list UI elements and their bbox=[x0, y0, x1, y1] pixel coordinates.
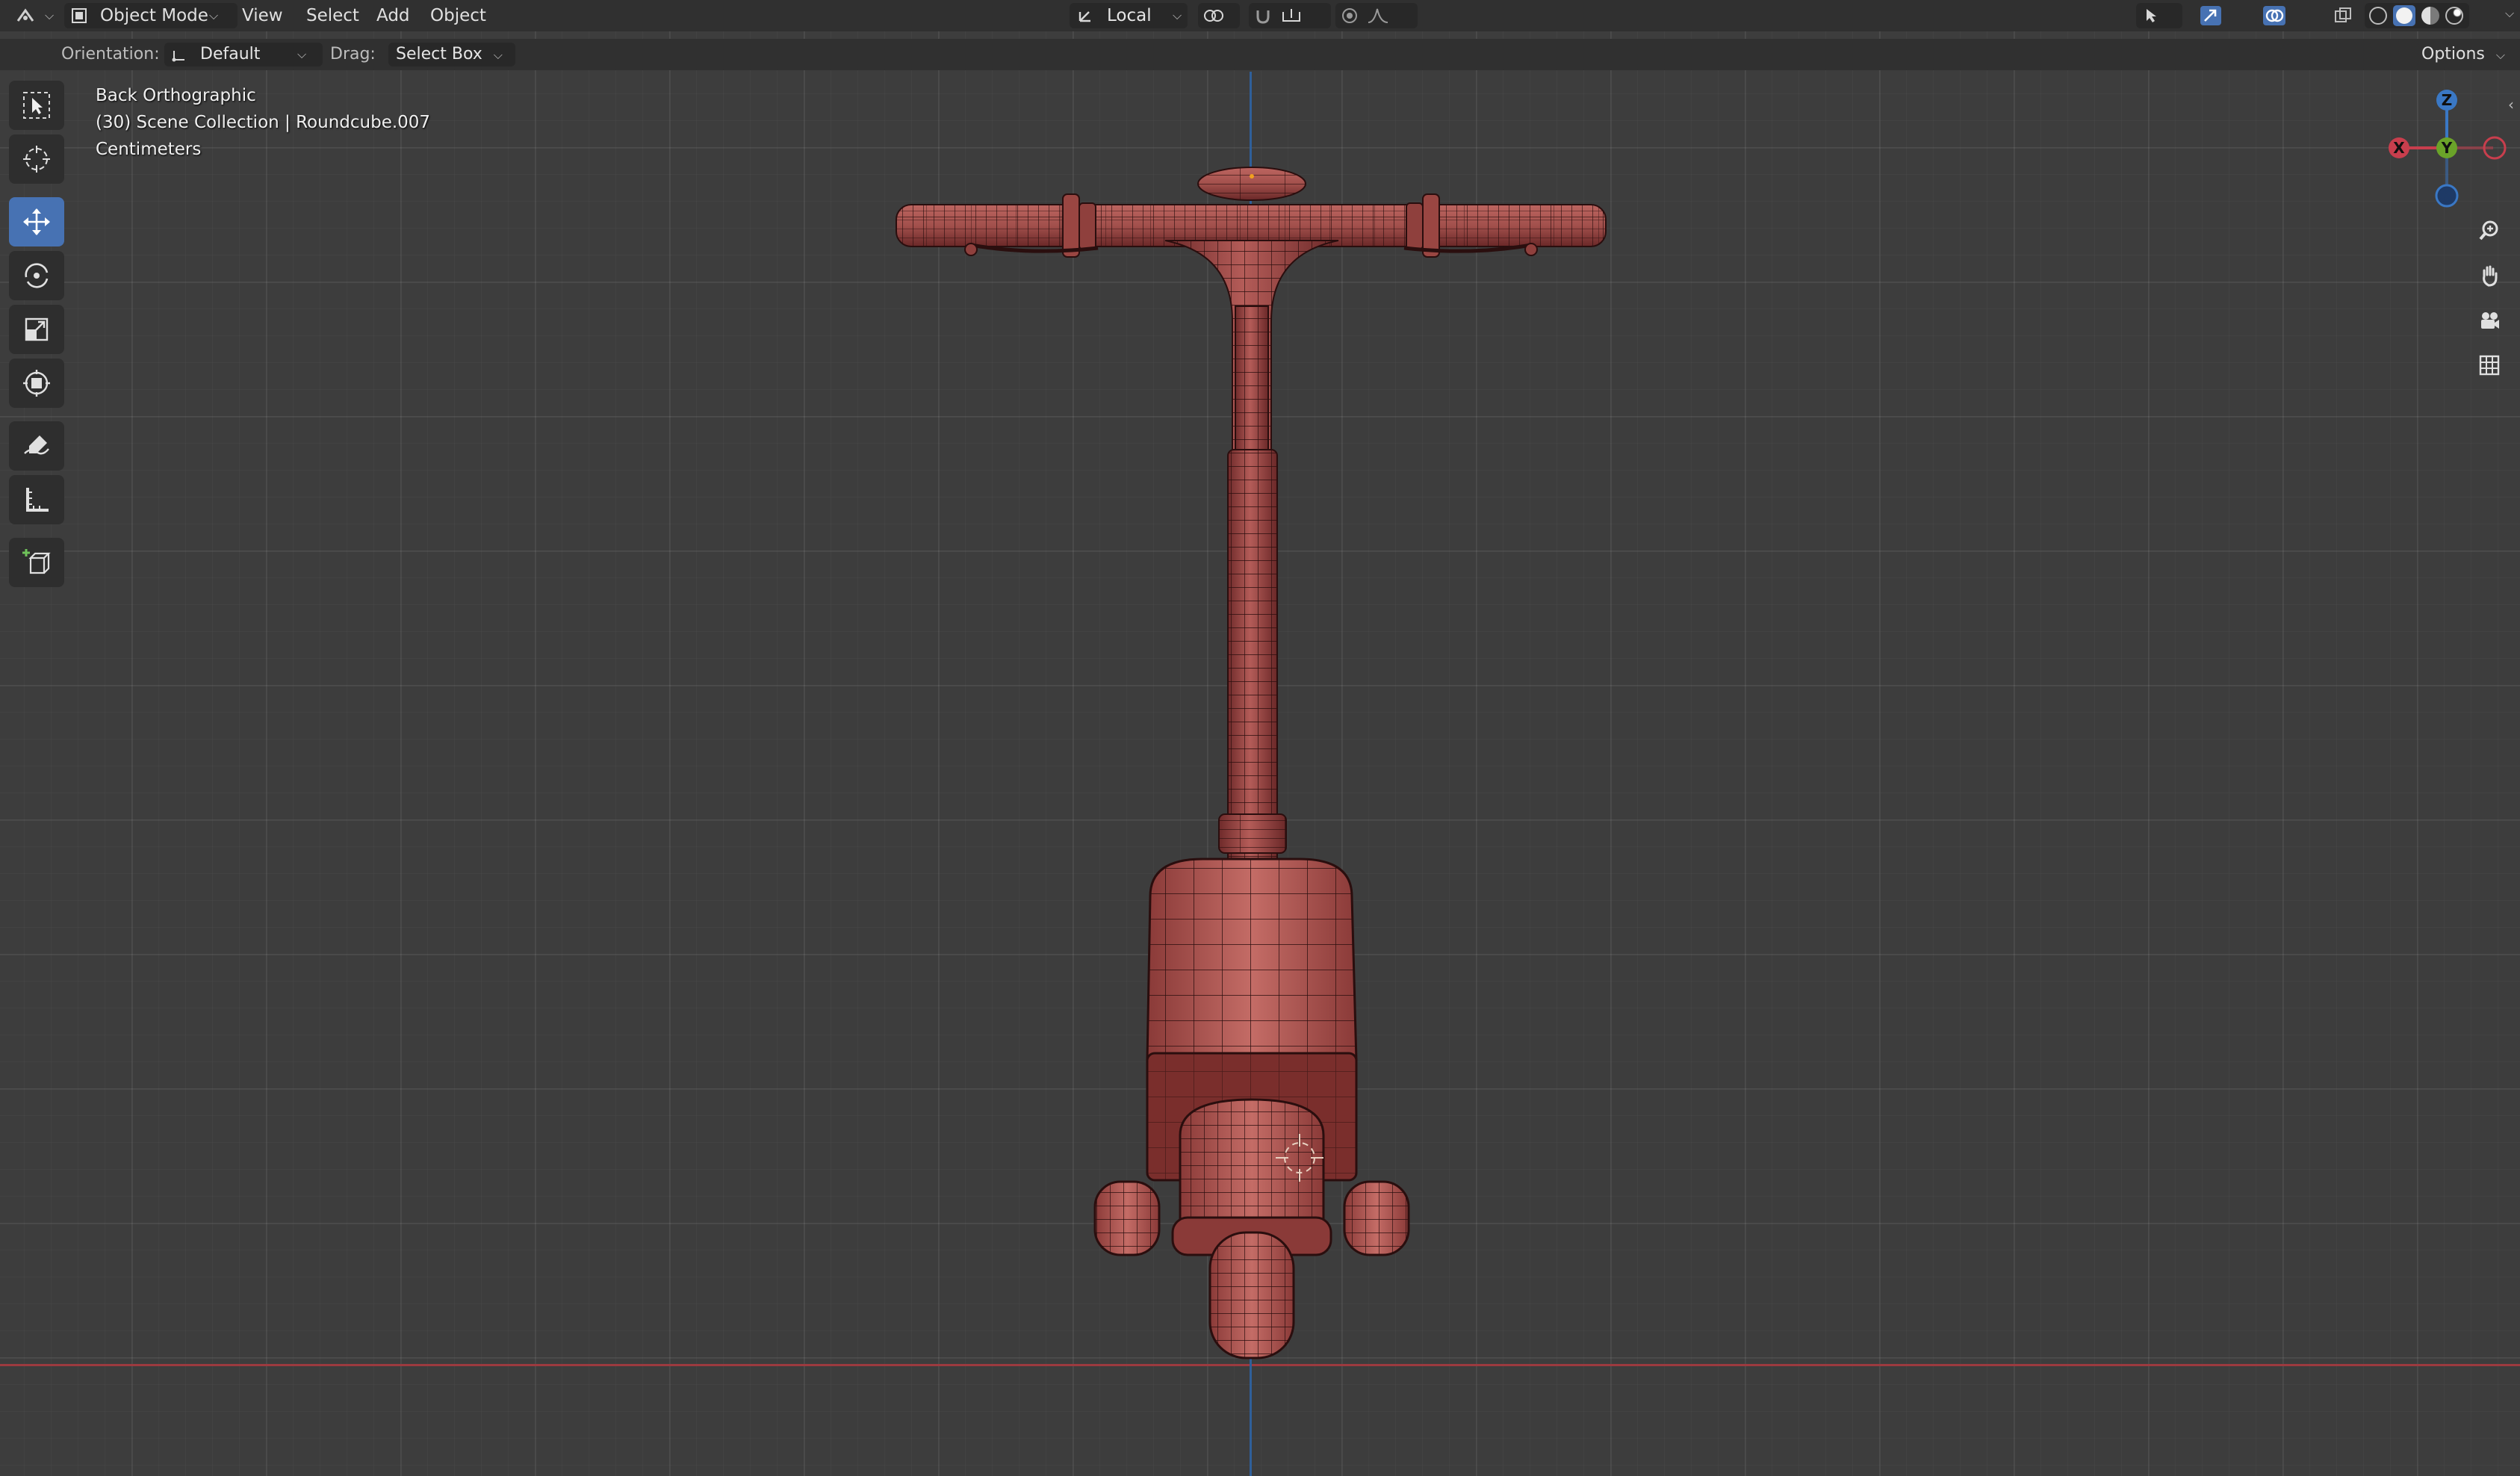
transform-icon bbox=[23, 370, 50, 397]
mode-label: Object Mode bbox=[100, 6, 208, 25]
blender-window: ⌵ Object Mode ⌵ View Select Add Object L… bbox=[0, 0, 2520, 1476]
tool-move[interactable] bbox=[9, 197, 64, 246]
orientation-label: Local bbox=[1107, 6, 1152, 25]
zoom-icon bbox=[2479, 220, 2498, 241]
proportional-editing-group[interactable] bbox=[1335, 3, 1418, 28]
rendered-shading-icon[interactable] bbox=[2445, 7, 2463, 25]
snapping-group[interactable] bbox=[1249, 3, 1331, 28]
orientation-local-icon bbox=[1079, 11, 1090, 22]
shading-options-chevron-icon[interactable]: ⌵ bbox=[2505, 6, 2514, 21]
pivot-icon bbox=[1204, 10, 1223, 22]
viewport-info: Back Orthographic (30) Scene Collection … bbox=[96, 82, 430, 163]
sidebar-collapse-arrow-icon[interactable]: ‹ bbox=[2508, 96, 2514, 114]
object-mode-icon bbox=[72, 8, 87, 23]
tool-annotate[interactable] bbox=[9, 421, 64, 471]
camera-view-button[interactable] bbox=[2471, 302, 2507, 338]
add-cube-icon bbox=[22, 549, 51, 574]
xray-toggle[interactable] bbox=[2330, 3, 2356, 28]
view-name: Back Orthographic bbox=[96, 86, 256, 105]
camera-icon bbox=[2481, 312, 2499, 329]
cursor-icon bbox=[23, 146, 50, 173]
overlays-toggle[interactable] bbox=[2259, 3, 2312, 28]
gizmo-icon bbox=[2200, 6, 2221, 25]
scooter-model[interactable] bbox=[881, 157, 1628, 1374]
collection-object-label: (30) Scene Collection | Roundcube.007 bbox=[96, 113, 431, 132]
editor-type-button[interactable]: ⌵ bbox=[9, 3, 66, 28]
orientation-default-icon bbox=[172, 51, 184, 62]
selectability-visibility-dropdown[interactable] bbox=[2136, 3, 2182, 28]
tool-transform[interactable] bbox=[9, 359, 64, 408]
tool-measure[interactable] bbox=[9, 475, 64, 524]
gizmo-y-label: Y bbox=[2441, 139, 2453, 157]
chevron-down-icon: ⌵ bbox=[2495, 48, 2506, 62]
units-label: Centimeters bbox=[96, 140, 202, 159]
chevron-down-icon: ⌵ bbox=[1173, 8, 1182, 22]
pan-button[interactable] bbox=[2471, 257, 2507, 293]
options-label: Options bbox=[2421, 45, 2485, 63]
orientation-label: Orientation: bbox=[61, 45, 160, 63]
chevron-down-icon: ⌵ bbox=[297, 47, 307, 61]
editor-type-icon bbox=[16, 8, 34, 22]
proportional-editing-icon bbox=[1342, 8, 1357, 23]
scale-icon bbox=[25, 317, 49, 341]
gizmo-neg-z-axis[interactable] bbox=[2435, 184, 2459, 208]
navigation-gizmo[interactable]: Z X Y bbox=[2380, 87, 2514, 214]
menu-view[interactable]: View bbox=[242, 3, 283, 28]
gizmo-toggle[interactable] bbox=[2196, 3, 2247, 28]
menu-select[interactable]: Select bbox=[306, 3, 359, 28]
orientation-value: Default bbox=[200, 45, 261, 63]
drag-dropdown[interactable]: Select Box ⌵ bbox=[388, 43, 515, 66]
menu-object[interactable]: Object bbox=[430, 3, 486, 28]
tool-add-cube[interactable] bbox=[9, 538, 64, 587]
menu-add[interactable]: Add bbox=[376, 3, 410, 28]
pivot-point-dropdown[interactable] bbox=[1198, 3, 1240, 28]
falloff-curve-icon bbox=[1368, 8, 1388, 23]
annotate-pencil-icon bbox=[24, 435, 49, 455]
chevron-down-icon: ⌵ bbox=[45, 8, 55, 22]
chevron-down-icon: ⌵ bbox=[209, 8, 219, 22]
viewport-header: ⌵ Object Mode ⌵ View Select Add Object L… bbox=[0, 0, 2520, 31]
grid-icon bbox=[2479, 355, 2500, 376]
tool-rotate[interactable] bbox=[9, 251, 64, 300]
hand-icon bbox=[2483, 265, 2498, 287]
select-box-icon bbox=[23, 92, 50, 119]
material-shading-icon[interactable] bbox=[2421, 7, 2439, 25]
tool-select-box[interactable] bbox=[9, 81, 64, 130]
tool-cursor[interactable] bbox=[9, 134, 64, 184]
perspective-toggle-button[interactable] bbox=[2471, 347, 2507, 382]
drag-value: Select Box bbox=[396, 45, 482, 63]
xray-icon bbox=[2335, 7, 2351, 22]
transform-orientation-dropdown[interactable]: Local ⌵ bbox=[1070, 3, 1188, 28]
drag-label: Drag: bbox=[330, 45, 376, 63]
move-icon bbox=[23, 208, 50, 235]
rotate-icon bbox=[25, 263, 49, 288]
shading-mode-group[interactable] bbox=[2365, 3, 2469, 28]
cursor-arrow-icon bbox=[2147, 9, 2156, 22]
measure-ruler-icon bbox=[26, 488, 49, 512]
magnet-icon bbox=[1256, 10, 1270, 24]
gizmo-z-label: Z bbox=[2442, 91, 2453, 109]
orientation-dropdown[interactable]: Default ⌵ bbox=[164, 43, 323, 66]
tool-settings-bar: Orientation: Default ⌵ Drag: Select Box … bbox=[0, 39, 2520, 70]
solid-shading-icon[interactable] bbox=[2393, 5, 2415, 26]
options-dropdown[interactable]: Options ⌵ bbox=[2411, 39, 2516, 70]
tool-scale[interactable] bbox=[9, 305, 64, 354]
zoom-button[interactable] bbox=[2471, 212, 2507, 248]
overlays-icon bbox=[2263, 6, 2285, 25]
gizmo-x-label: X bbox=[2393, 139, 2405, 157]
wireframe-shading-icon[interactable] bbox=[2369, 7, 2387, 25]
snap-increment-icon bbox=[1282, 9, 1300, 22]
mode-dropdown[interactable]: Object Mode ⌵ bbox=[64, 3, 238, 28]
chevron-down-icon: ⌵ bbox=[493, 48, 503, 62]
